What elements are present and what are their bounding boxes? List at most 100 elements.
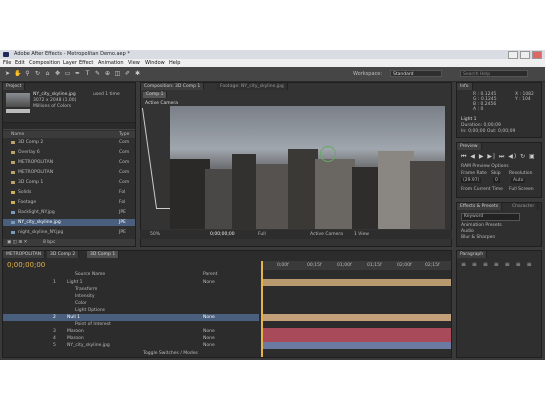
layer-duration-bar[interactable] xyxy=(263,342,451,349)
playback-controls[interactable]: ⏮ ◀ ▶ ▶| ⏭ ◀) ↻ ▣ xyxy=(461,153,536,161)
frame-rate-field[interactable]: (29.97) xyxy=(461,178,482,183)
rotate-tool-icon[interactable]: ↻ xyxy=(34,70,41,77)
tab-timeline-3d-comp-1[interactable]: 3D Comp 1 xyxy=(87,251,120,258)
maximize-button[interactable] xyxy=(520,51,530,59)
timeline-layer-row[interactable]: Color xyxy=(3,300,259,307)
bit-depth[interactable]: 8 bpc xyxy=(43,239,55,246)
column-source-name[interactable]: Source Name xyxy=(75,272,105,277)
layer-parent[interactable]: None xyxy=(203,314,215,321)
layer-parent[interactable]: None xyxy=(203,328,215,335)
minimize-button[interactable] xyxy=(508,51,518,59)
tab-effects-presets[interactable]: Effects & Presets xyxy=(457,203,503,210)
timeline-layer-row[interactable]: 1 Light 1 None xyxy=(3,279,259,286)
menu-view[interactable]: View xyxy=(128,59,140,67)
project-item[interactable]: Overlay 6 Com xyxy=(3,149,135,156)
timeline-layer-row[interactable]: Intensity xyxy=(3,293,259,300)
column-type[interactable]: Type xyxy=(119,131,129,138)
menu-help[interactable]: Help xyxy=(169,59,180,67)
type-tool-icon[interactable]: T xyxy=(84,70,91,77)
project-item[interactable]: Backlight_NY.jpg JPE xyxy=(3,209,135,216)
composition-viewer[interactable] xyxy=(170,106,445,229)
timeline-layer-row[interactable]: Point of Interest xyxy=(3,321,259,328)
column-name[interactable]: Name xyxy=(11,131,24,138)
project-item[interactable]: Solids Fol xyxy=(3,189,135,196)
puppet-tool-icon[interactable]: ✱ xyxy=(134,70,141,77)
tab-info[interactable]: Info xyxy=(457,83,473,90)
menu-edit[interactable]: Edit xyxy=(15,59,25,67)
project-item[interactable]: 3D Comp 1 Com xyxy=(3,179,135,186)
tab-paragraph[interactable]: Paragraph xyxy=(457,251,488,258)
roto-brush-tool-icon[interactable]: ✐ xyxy=(124,70,131,77)
column-parent[interactable]: Parent xyxy=(203,272,217,277)
brush-tool-icon[interactable]: ✎ xyxy=(94,70,101,77)
resolution-field[interactable]: Auto xyxy=(511,178,526,183)
menu-file[interactable]: File xyxy=(3,59,11,67)
camera-view-dropdown[interactable]: Active Camera xyxy=(310,232,343,237)
viewer-timecode[interactable]: 0;00;00;00 xyxy=(210,232,235,237)
timeline-layer-row[interactable]: Light Options xyxy=(3,307,259,314)
layer-duration-bar[interactable] xyxy=(263,314,451,321)
light-gizmo-icon[interactable] xyxy=(320,146,336,162)
tab-timeline-metropolitan[interactable]: METROPOLITAN xyxy=(3,251,46,258)
eraser-tool-icon[interactable]: ◫ xyxy=(114,70,121,77)
pen-tool-icon[interactable]: ✒ xyxy=(74,70,81,77)
clone-tool-icon[interactable]: ⊕ xyxy=(104,70,111,77)
rectangle-tool-icon[interactable]: ▭ xyxy=(64,70,71,77)
tab-timeline-3d-comp-2[interactable]: 3D Comp 2 xyxy=(47,251,80,258)
subtab-comp[interactable]: Comp 1 xyxy=(143,92,168,98)
layer-parent[interactable]: None xyxy=(203,279,215,286)
skip-field[interactable]: 0 xyxy=(493,178,500,183)
timeline-timecode[interactable]: 0;00;00;00 xyxy=(7,261,45,269)
project-item[interactable]: 3D Comp 2 Com xyxy=(3,139,135,146)
tab-footage[interactable]: Footage: NY_city_skyline.jpg xyxy=(217,83,288,90)
zoom-tool-icon[interactable]: ⚲ xyxy=(24,70,31,77)
layer-parent[interactable]: None xyxy=(203,342,215,349)
project-item[interactable]: METROPOLITAN Com xyxy=(3,169,135,176)
menu-effect[interactable]: Effect xyxy=(79,59,93,67)
tab-composition[interactable]: Composition: 3D Comp 1 xyxy=(141,83,205,90)
pan-behind-tool-icon[interactable]: ✥ xyxy=(54,70,61,77)
camera-tool-icon[interactable]: ⌂ xyxy=(44,70,51,77)
layer-duration-bar[interactable] xyxy=(263,335,451,342)
timeline-layer-row[interactable]: 5 NY_city_skyline.jpg None xyxy=(3,342,259,349)
project-item[interactable]: METROPOLITAN Com xyxy=(3,159,135,166)
alignment-buttons[interactable]: ≡ ≡ ≡ ≡ ≡ ≡ ≡ xyxy=(461,261,534,268)
project-search-field[interactable] xyxy=(3,122,135,130)
blur-sharpen-item[interactable]: Blur & Sharpen xyxy=(461,235,495,240)
timeline-layer-row[interactable]: 4 Maroon None xyxy=(3,335,259,342)
zoom-level[interactable]: 50% xyxy=(150,232,160,237)
tab-project[interactable]: Project xyxy=(3,83,26,90)
project-item[interactable]: Footage Fol xyxy=(3,199,135,206)
project-item[interactable]: NY_city_skyline.jpg JPE xyxy=(3,219,135,226)
timeline-layer-row[interactable]: Transform xyxy=(3,286,259,293)
layer-parent[interactable]: None xyxy=(203,335,215,342)
ram-preview-options[interactable]: RAM Preview Options xyxy=(461,164,509,169)
workspace-dropdown[interactable]: Standard xyxy=(390,70,442,77)
from-current-time-checkbox[interactable]: From Current Time xyxy=(461,187,503,192)
menu-animation[interactable]: Animation xyxy=(98,59,124,67)
layer-duration-bar[interactable] xyxy=(263,279,451,286)
project-footer-icons[interactable]: ▣ ◫ ⊞ ✕ xyxy=(7,239,27,246)
menu-layer[interactable]: Layer xyxy=(63,59,77,67)
layer-duration-bar[interactable] xyxy=(263,328,451,335)
menu-window[interactable]: Window xyxy=(145,59,165,67)
views-dropdown[interactable]: 1 View xyxy=(354,232,369,237)
info-panel: Info R : 0.1245 G : 0.1245 B : 0.2456 A … xyxy=(456,82,542,138)
resolution-dropdown[interactable]: Full xyxy=(258,232,266,237)
animation-presets-item[interactable]: Animation Presets xyxy=(461,223,502,228)
tab-preview[interactable]: Preview xyxy=(457,143,482,150)
full-screen-checkbox[interactable]: Full Screen xyxy=(509,187,534,192)
search-help-input[interactable]: Search Help xyxy=(460,70,528,77)
menu-composition[interactable]: Composition xyxy=(29,59,60,67)
tab-character[interactable]: Character xyxy=(509,203,539,210)
time-ruler[interactable]: 0;00f 00;15f 01;00f 01;15f 02;00f 02;15f xyxy=(261,261,451,270)
effects-search-dropdown[interactable]: Keyword xyxy=(461,213,520,221)
close-button[interactable] xyxy=(532,51,542,59)
audio-item[interactable]: Audio xyxy=(461,229,474,234)
timeline-layer-row[interactable]: 3 Maroon None xyxy=(3,328,259,335)
selection-tool-icon[interactable]: ➤ xyxy=(4,70,11,77)
timeline-layer-row[interactable]: 2 Null 1 None xyxy=(3,314,259,321)
toggle-switches-modes[interactable]: Toggle Switches / Modes xyxy=(143,351,198,356)
hand-tool-icon[interactable]: ✋ xyxy=(14,70,21,77)
project-item[interactable]: night_skyline_NY.jpg JPE xyxy=(3,229,135,236)
